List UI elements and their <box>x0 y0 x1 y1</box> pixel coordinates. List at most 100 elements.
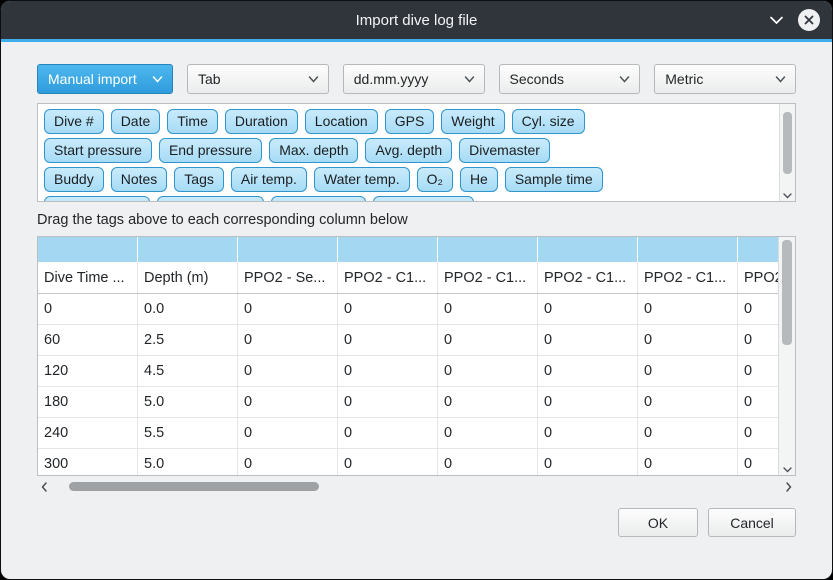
table-cell: 0 <box>338 387 438 417</box>
tag-weight[interactable]: Weight <box>441 109 504 134</box>
table-row: 3005.0000000 <box>38 449 779 475</box>
scrollbar-thumb[interactable] <box>69 482 319 491</box>
table-cell: 0 <box>538 449 638 475</box>
window-title: Import dive log file <box>356 12 478 29</box>
table-cell: 0 <box>638 418 738 448</box>
table-cell: 0 <box>738 325 779 355</box>
tag-sample-depth[interactable]: Sample depth <box>44 196 150 201</box>
tag-location[interactable]: Location <box>305 109 378 134</box>
scrollbar-thumb[interactable] <box>783 112 792 174</box>
import-type-select[interactable]: Manual import <box>37 64 173 94</box>
chevron-down-icon <box>464 76 475 83</box>
table-cell: 0 <box>538 356 638 386</box>
drop-cell-6[interactable] <box>638 237 738 262</box>
table-cell: 0 <box>438 418 538 448</box>
tag-dive[interactable]: Dive # <box>44 109 104 134</box>
tag-cyl-size[interactable]: Cyl. size <box>512 109 585 134</box>
table-cell: 0 <box>738 294 779 324</box>
table-cell: 0 <box>738 387 779 417</box>
table-cell: 0 <box>638 449 738 475</box>
table-horizontal-scrollbar[interactable] <box>37 479 796 494</box>
table-cell: 0 <box>238 356 338 386</box>
scroll-down-button[interactable] <box>780 193 795 199</box>
field-separator-value: Tab <box>198 71 221 87</box>
tag-time[interactable]: Time <box>167 109 218 134</box>
table-cell: 0 <box>38 294 138 324</box>
table-cell: 0 <box>738 356 779 386</box>
drop-cell-0[interactable] <box>38 237 138 262</box>
drop-cell-5[interactable] <box>538 237 638 262</box>
table-cell: 0 <box>438 294 538 324</box>
table-cell: 0 <box>338 294 438 324</box>
scroll-left-button[interactable] <box>37 482 51 492</box>
tag-o[interactable]: O₂ <box>417 167 453 192</box>
titlebar[interactable]: Import dive log file <box>1 1 832 39</box>
tag-start-pressure[interactable]: Start pressure <box>44 138 152 163</box>
scroll-left-icon <box>41 482 47 492</box>
date-format-select[interactable]: dd.mm.yyyy <box>343 64 485 94</box>
cancel-button[interactable]: Cancel <box>708 508 796 537</box>
drop-cell-4[interactable] <box>438 237 538 262</box>
tag-sample-temp[interactable]: Sample temp. <box>157 196 263 201</box>
tag-sample-po[interactable]: Sample pO₂ <box>271 196 366 201</box>
units-select[interactable]: Metric <box>654 64 796 94</box>
tag-date[interactable]: Date <box>111 109 161 134</box>
tag-end-pressure[interactable]: End pressure <box>159 138 262 163</box>
table-row: 602.5000000 <box>38 325 779 356</box>
table-cell: 0 <box>638 325 738 355</box>
chevron-down-icon <box>769 16 784 25</box>
scrollbar-track[interactable] <box>51 479 782 494</box>
drop-cell-1[interactable] <box>138 237 238 262</box>
tag-notes[interactable]: Notes <box>111 167 168 192</box>
table-cell: 0 <box>238 387 338 417</box>
tag-row: Buddy NotesTags Air temp. Water temp. O₂ He Sa… <box>44 167 774 192</box>
tag-divemaster[interactable]: Divemaster <box>459 138 550 163</box>
table-cell: 5.0 <box>138 387 238 417</box>
import-type-value: Manual import <box>48 71 137 87</box>
scroll-right-button[interactable] <box>782 482 796 492</box>
table-vertical-scrollbar[interactable] <box>778 237 795 475</box>
column-header: PPO2 - C1... <box>338 262 438 293</box>
table-cell: 0 <box>638 294 738 324</box>
table-row: 1805.0000000 <box>38 387 779 418</box>
drop-cell-2[interactable] <box>238 237 338 262</box>
scroll-down-button[interactable] <box>779 467 795 473</box>
tag-sample-cns[interactable]: Sample CNS <box>373 196 474 201</box>
tag-gps[interactable]: GPS <box>385 109 435 134</box>
chevron-down-icon <box>308 76 319 83</box>
chevron-down-icon <box>619 76 630 83</box>
table-cell: 120 <box>38 356 138 386</box>
tag-list: Dive # DateTime Duration Location GPSWeight C… <box>38 104 780 201</box>
table-cell: 180 <box>38 387 138 417</box>
drop-cell-3[interactable] <box>338 237 438 262</box>
tag-area-scrollbar[interactable] <box>779 104 795 201</box>
table-cell: 0 <box>238 325 338 355</box>
tag-avg-depth[interactable]: Avg. depth <box>365 138 452 163</box>
table-cell: 240 <box>38 418 138 448</box>
column-header: Dive Time ... <box>38 262 138 293</box>
tag-water-temp[interactable]: Water temp. <box>314 167 410 192</box>
tag-duration[interactable]: Duration <box>225 109 298 134</box>
tag-buddy[interactable]: Buddy <box>44 167 104 192</box>
drop-cell-7[interactable] <box>738 237 779 262</box>
table-cell: 0.0 <box>138 294 238 324</box>
ok-button[interactable]: OK <box>618 508 698 537</box>
tag-air-temp[interactable]: Air temp. <box>231 167 307 192</box>
dialog-content: Manual import Tab dd.mm.yyyy Seconds Met… <box>1 42 832 579</box>
shade-button[interactable] <box>769 16 784 25</box>
tag-sample-time[interactable]: Sample time <box>505 167 603 192</box>
table-cell: 300 <box>38 449 138 475</box>
header-row: Dive Time ...Depth (m)PPO2 - Se...PPO2 -… <box>38 262 779 294</box>
duration-format-select[interactable]: Seconds <box>499 64 641 94</box>
tag-max-depth[interactable]: Max. depth <box>269 138 358 163</box>
column-header: PPO2 - C1... <box>438 262 538 293</box>
field-separator-select[interactable]: Tab <box>187 64 329 94</box>
tag-he[interactable]: He <box>460 167 498 192</box>
close-button[interactable] <box>798 9 820 31</box>
table-body: 00.0000000602.50000001204.50000001805.00… <box>38 294 779 475</box>
column-header: PPO2 - Se... <box>238 262 338 293</box>
tag-tags[interactable]: Tags <box>174 167 224 192</box>
table-cell: 60 <box>38 325 138 355</box>
table-cell: 0 <box>238 418 338 448</box>
scrollbar-thumb[interactable] <box>782 240 792 345</box>
